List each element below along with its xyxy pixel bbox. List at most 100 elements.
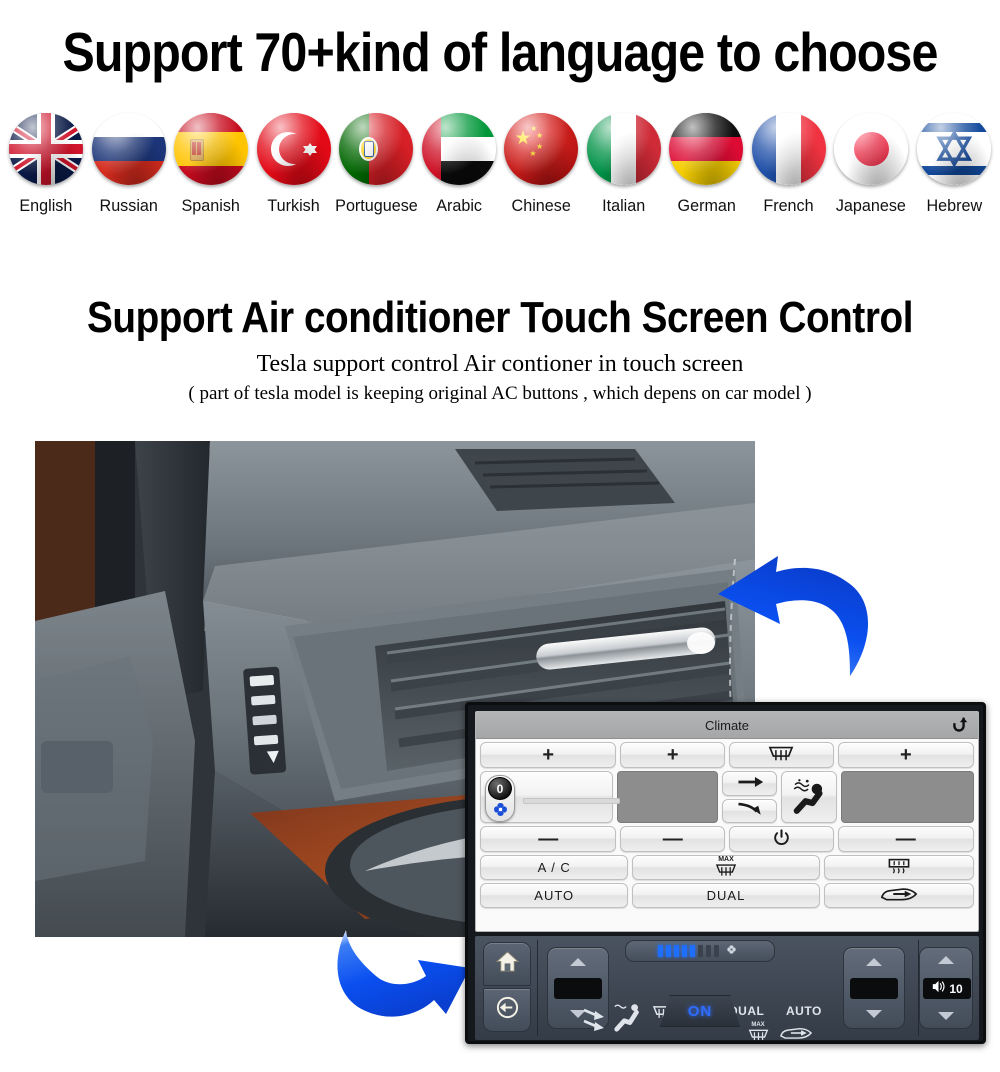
uk-flag-icon (9, 113, 83, 185)
airflow-seat-icon (788, 775, 830, 820)
driver-temp-up-button[interactable]: + (480, 742, 617, 768)
hw-max-defrost-icon[interactable]: MAX (743, 1022, 773, 1040)
language-item-italian: Italian (586, 113, 662, 216)
ac-button[interactable]: A / C (480, 855, 629, 880)
japan-flag-icon (834, 113, 909, 185)
language-flag-row: English Russian Spanish Turkish Portugue… (8, 113, 992, 243)
max-defrost-button[interactable]: MAX (632, 855, 820, 880)
airflow-feet-button[interactable] (722, 798, 778, 823)
led-bar (674, 945, 679, 957)
system-on-indicator[interactable]: ON (660, 995, 740, 1027)
passenger-temperature-display (841, 771, 974, 823)
climate-header: Climate (476, 712, 978, 739)
plus-icon: + (666, 744, 679, 766)
fan-slider-track[interactable] (523, 798, 620, 804)
passenger-temp-lcd (850, 978, 898, 999)
fan-slider-knob[interactable]: 0 (485, 775, 515, 822)
down-arrow-icon[interactable] (866, 1010, 882, 1018)
language-label: Russian (99, 196, 158, 215)
passenger-temp-down-button[interactable]: — (837, 826, 974, 852)
hw-airflow-seat-icon[interactable] (612, 1000, 644, 1039)
passenger-temp-rocker[interactable] (843, 947, 905, 1029)
spain-flag-icon (174, 113, 249, 185)
germany-flag-icon (669, 113, 744, 185)
front-defrost-icon (766, 745, 796, 765)
max-defrost-icon (713, 863, 739, 880)
fan-level-led-strip (625, 940, 775, 962)
airflow-face-button[interactable] (722, 771, 778, 796)
plus-icon: + (899, 744, 912, 766)
fan-level-value: 0 (488, 777, 512, 800)
airflow-seat-mode-button[interactable] (781, 771, 838, 823)
driver-temperature-display (616, 771, 719, 823)
climate-touch-screen[interactable]: Climate + + + 0 — — — A / C MAX AUTO DUA… (475, 711, 979, 932)
france-flag-icon (751, 113, 826, 185)
home-button[interactable] (483, 942, 531, 986)
page-title-air-conditioner: Support Air conditioner Touch Screen Con… (86, 293, 914, 342)
israel-flag-icon (916, 113, 991, 185)
language-item-chinese: ★ ★ ★ ★ ★ Chinese (503, 113, 579, 216)
annotation-arrow-to-vent (700, 548, 890, 678)
language-label: English (19, 196, 73, 215)
language-item-spanish: Spanish (173, 113, 249, 216)
fan-icon (492, 801, 509, 821)
rear-defrost-button[interactable] (823, 855, 974, 880)
driver-temp-down-button[interactable]: — (480, 826, 617, 852)
back-button[interactable] (483, 988, 531, 1032)
ac-label: A / C (537, 860, 571, 875)
volume-lcd: 10 (923, 978, 971, 999)
up-arrow-icon[interactable] (570, 958, 586, 966)
climate-button-grid: + + + 0 — — — A / C MAX AUTO DUAL (476, 739, 978, 908)
down-arrow-icon[interactable] (938, 1012, 954, 1020)
minus-icon: — (895, 828, 916, 850)
led-bar (658, 945, 663, 957)
up-arrow-icon[interactable] (866, 958, 882, 966)
on-label: ON (687, 1002, 713, 1020)
hw-auto-label[interactable]: AUTO (786, 1004, 822, 1018)
language-item-english: English (8, 113, 84, 216)
language-label: Portuguese (334, 196, 418, 215)
language-label: Spanish (181, 196, 241, 215)
front-defrost-button[interactable] (729, 742, 834, 768)
fan-up-button[interactable]: + (620, 742, 725, 768)
climate-control-device: Climate + + + 0 — — — A / C MAX AUTO DUA… (465, 702, 986, 1044)
driver-temp-lcd (554, 978, 602, 999)
russia-flag-icon (91, 113, 166, 185)
led-bar (682, 945, 687, 957)
climate-power-button[interactable] (729, 826, 834, 852)
fan-down-button[interactable]: — (620, 826, 725, 852)
language-item-portuguese: Portuguese (335, 113, 417, 216)
hw-recirculate-icon[interactable] (778, 1025, 814, 1040)
led-bar (666, 945, 671, 957)
subtitle-line-1: Tesla support control Air contioner in t… (256, 351, 744, 377)
language-item-russian: Russian (91, 113, 167, 216)
language-label: Hebrew (926, 196, 982, 215)
recirculate-button[interactable] (823, 883, 974, 908)
climate-row-top: + + + (480, 742, 974, 768)
language-item-japanese: Japanese (833, 113, 909, 216)
language-item-turkish: Turkish (256, 113, 332, 216)
climate-row-middle: 0 (480, 771, 974, 823)
up-arrow-icon[interactable] (938, 956, 954, 964)
climate-row-bottom: — — — (480, 826, 974, 852)
language-label: Chinese (511, 196, 571, 215)
language-item-hebrew: Hebrew (916, 113, 992, 216)
hw-airflow-feet-icon[interactable] (582, 1004, 608, 1039)
volume-rocker[interactable]: 10 (919, 947, 973, 1029)
china-flag-icon: ★ ★ ★ ★ ★ (504, 113, 579, 185)
turkey-flag-icon (256, 113, 331, 185)
power-icon (772, 828, 791, 850)
auto-button[interactable]: AUTO (480, 883, 629, 908)
airflow-feet-icon (736, 802, 764, 819)
dual-button[interactable]: DUAL (632, 883, 820, 908)
rear-defrost-icon (886, 858, 912, 877)
subtitle-line-2: ( part of tesla model is keeping origina… (188, 383, 812, 404)
back-arrow-icon[interactable] (948, 714, 970, 741)
auto-label: AUTO (534, 888, 575, 903)
fan-speed-slider[interactable]: 0 (480, 771, 620, 823)
language-label: German (677, 196, 736, 215)
language-item-german: German (668, 113, 744, 216)
home-icon (495, 949, 520, 979)
passenger-temp-up-button[interactable]: + (837, 742, 974, 768)
minus-icon: — (662, 828, 683, 850)
